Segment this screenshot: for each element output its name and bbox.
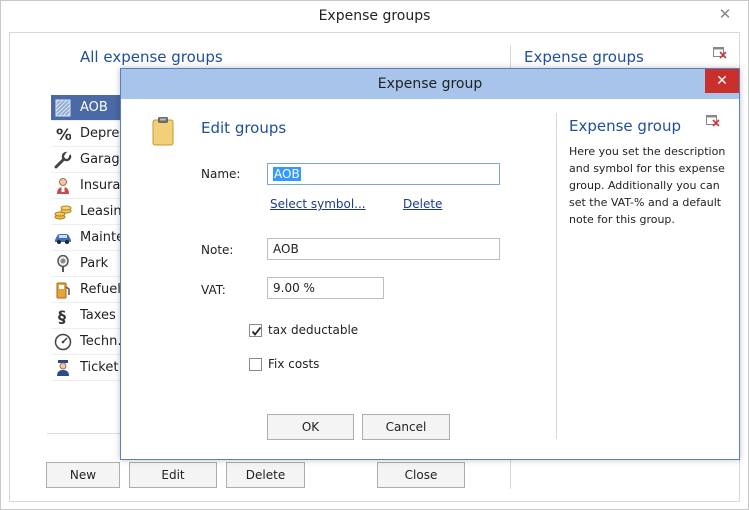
wrench-icon [53, 150, 73, 170]
fix-costs-checkbox[interactable] [249, 357, 262, 371]
delete-symbol-link[interactable]: Delete [403, 197, 442, 211]
list-item-label: Taxes [80, 308, 116, 323]
fuel-pump-icon [53, 280, 73, 300]
list-item-label: AOB [80, 100, 108, 115]
paragraph-sign-icon: § [53, 306, 73, 326]
list-item-label: Depreciation [80, 126, 122, 141]
fix-costs-label: Fix costs [268, 357, 320, 371]
percent-icon: % [53, 124, 73, 144]
tax-deductable-label: tax deductable [268, 323, 359, 337]
select-symbol-link[interactable]: Select symbol... [270, 197, 366, 211]
delete-button[interactable]: Delete [226, 462, 305, 488]
list-item-taxes[interactable]: § Taxes [51, 303, 122, 329]
list-item-garage[interactable]: Garage [51, 147, 122, 173]
list-item-label: Park [80, 256, 109, 271]
help-text: Here you set the description and symbol … [569, 145, 726, 226]
name-input-value: AOB [273, 167, 301, 181]
list-item-label: Ticket [80, 360, 119, 375]
list-item-refuel[interactable]: Refuel [51, 277, 122, 303]
expense-groups-help-heading: Expense groups [524, 48, 644, 66]
window-titlebar: Expense groups ✕ [1, 1, 748, 32]
list-item-maintenance[interactable]: Maintenance [51, 225, 122, 251]
tax-deductable-checkbox[interactable] [249, 323, 262, 337]
dialog-divider [556, 113, 557, 439]
list-item-label: Insurance [80, 178, 122, 193]
list-item-depreciation[interactable]: % Depreciation [51, 121, 122, 147]
list-item-techn-control[interactable]: Techn.control [51, 329, 122, 355]
ok-button[interactable]: OK [267, 414, 354, 440]
expense-group-list: AOB % Depreciation Garage Insurance Leas… [47, 94, 122, 434]
car-icon [53, 228, 73, 248]
list-item-ticket[interactable]: Ticket [51, 355, 122, 381]
window-title: Expense groups [318, 8, 431, 24]
svg-text:§: § [58, 307, 66, 325]
close-dialog-help-icon[interactable] [706, 115, 720, 127]
note-label: Note: [201, 243, 234, 257]
name-input[interactable]: AOB [267, 163, 500, 185]
tax-deductable-row: tax deductable [249, 323, 358, 337]
cancel-button[interactable]: Cancel [362, 414, 450, 440]
list-item-label: Leasing [80, 204, 122, 219]
clipboard-icon [151, 116, 175, 149]
gauge-icon [53, 332, 73, 352]
note-input[interactable]: AOB [267, 238, 500, 260]
list-item-label: Techn.control [80, 334, 122, 349]
dialog-title: Expense group [377, 76, 483, 92]
new-button[interactable]: New [46, 462, 120, 488]
insurance-person-icon [53, 176, 73, 196]
help-title: Expense group [569, 117, 681, 135]
edit-groups-heading: Edit groups [201, 119, 287, 137]
vat-input[interactable]: 9.00 % [267, 277, 384, 299]
list-item-insurance[interactable]: Insurance [51, 173, 122, 199]
dialog-titlebar: Expense group ✕ [121, 69, 739, 99]
aob-pattern-icon [53, 98, 73, 118]
window-close-button[interactable]: ✕ [712, 3, 738, 25]
name-label: Name: [201, 167, 241, 181]
close-button[interactable]: Close [377, 462, 465, 488]
list-item-label: Refuel [80, 282, 121, 297]
list-item-label: Maintenance [80, 230, 122, 245]
parking-meter-icon [53, 254, 73, 274]
svg-text:%: % [56, 126, 71, 142]
police-officer-icon [53, 358, 73, 378]
vat-label: VAT: [201, 283, 226, 297]
all-expense-groups-heading: All expense groups [80, 48, 223, 66]
list-divider [47, 433, 122, 434]
list-item-aob[interactable]: AOB [51, 95, 122, 121]
list-item-park[interactable]: Park [51, 251, 122, 277]
expense-group-dialog: Expense group ✕ Edit groups Name: AOB Se… [120, 68, 740, 460]
fix-costs-row: Fix costs [249, 357, 319, 371]
dialog-close-button[interactable]: ✕ [705, 69, 739, 93]
edit-button[interactable]: Edit [129, 462, 217, 488]
list-item-label: Garage [80, 152, 122, 167]
coins-icon [53, 202, 73, 222]
list-item-leasing[interactable]: Leasing [51, 199, 122, 225]
close-help-panel-icon[interactable] [713, 47, 727, 59]
